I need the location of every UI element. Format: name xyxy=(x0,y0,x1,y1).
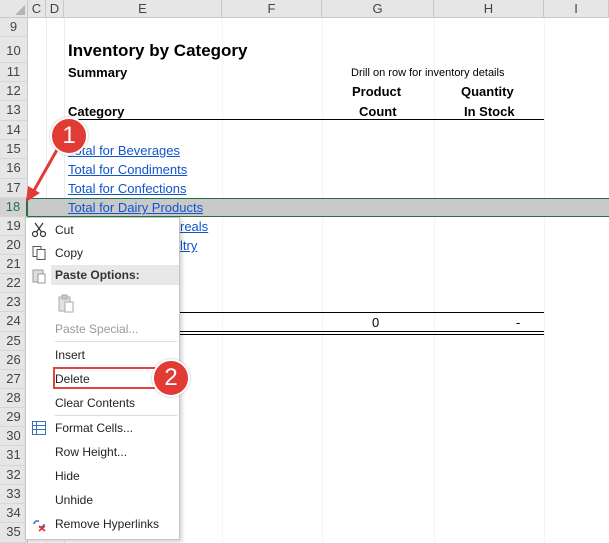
callout-step-2: 2 xyxy=(152,359,190,397)
callout-arrow-layer xyxy=(26,147,60,202)
callout-arrow-line xyxy=(30,147,60,195)
callout-arrow-head xyxy=(26,186,40,202)
callout-step-1: 1 xyxy=(50,117,88,155)
